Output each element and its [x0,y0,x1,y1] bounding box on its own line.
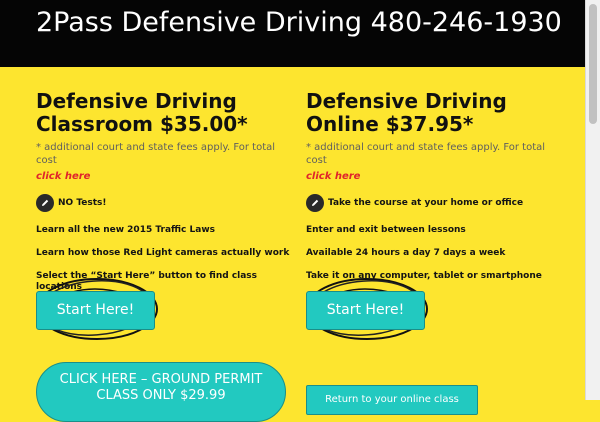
online-line-1: Enter and exit between lessons [306,225,466,235]
classroom-feature-text: NO Tests! [58,197,107,208]
classroom-heading: Defensive Driving Classroom $35.00* [36,89,248,136]
scrollbar-thumb[interactable] [589,4,597,124]
online-feature-home: Take the course at your home or office [306,193,566,213]
online-fee-note: * additional court and state fees apply.… [306,142,546,166]
pencil-icon [36,194,54,212]
online-total-cost-link[interactable]: click here [306,171,566,182]
online-column: Defensive Driving Online $37.95* * addit… [306,90,566,282]
classroom-line-1: Learn all the new 2015 Traffic Laws [36,225,216,235]
classroom-line-2: Learn how those Red Light cameras actual… [36,248,290,258]
online-feature-text: Take the course at your home or office [328,197,524,208]
classroom-total-cost-link[interactable]: click here [36,171,296,182]
page-scrollbar[interactable] [585,0,600,400]
classroom-feature-no-tests: NO Tests! [36,193,296,213]
site-header: 2Pass Defensive Driving 480-246-1930 [0,0,600,67]
site-title[interactable]: 2Pass Defensive Driving 480-246-1930 [36,8,596,37]
online-start-button[interactable]: Start Here! [306,291,425,330]
ground-permit-class-button[interactable]: CLICK HERE – GROUND PERMIT CLASS ONLY $2… [36,362,286,422]
classroom-start-button[interactable]: Start Here! [36,291,155,330]
online-heading: Defensive Driving Online $37.95* [306,89,507,136]
classroom-column: Defensive Driving Classroom $35.00* * ad… [36,90,296,293]
pencil-icon [306,194,324,212]
return-to-online-class-button[interactable]: Return to your online class [306,385,478,415]
online-line-2: Available 24 hours a day 7 days a week [306,248,506,258]
classroom-fee-note: * additional court and state fees apply.… [36,142,276,166]
